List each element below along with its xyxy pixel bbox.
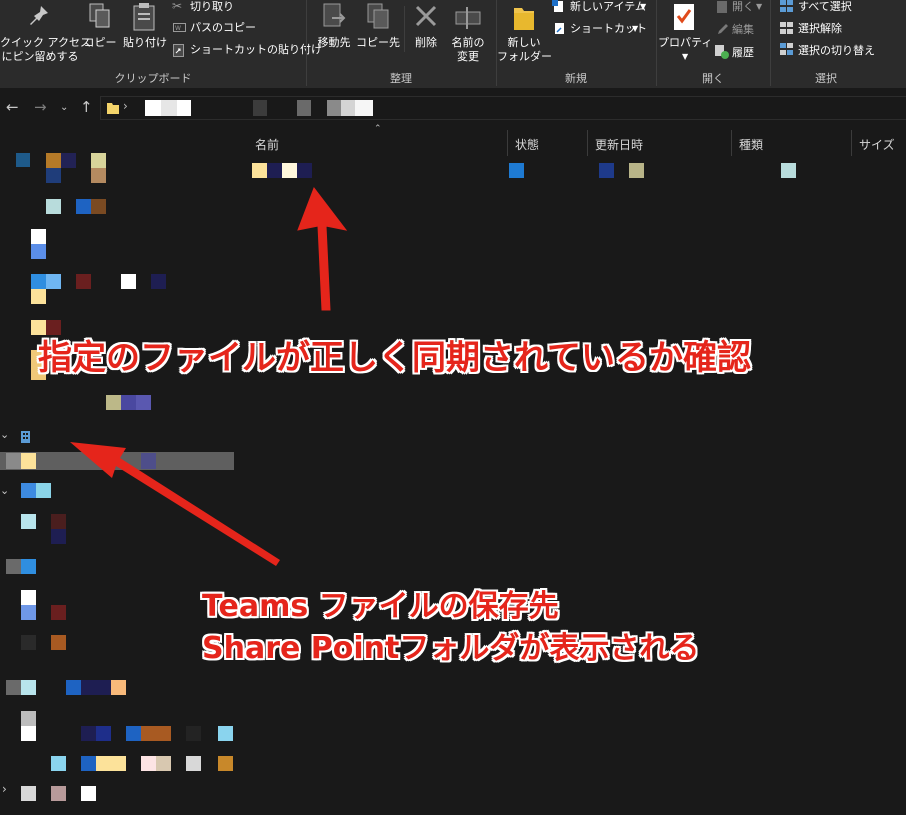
annotation-bottom-note-2: Share Pointフォルダが表示される (202, 631, 700, 666)
annotation-bottom-note-1: Teams ファイルの保存先 (202, 589, 559, 624)
annotation-arrows (70, 186, 348, 566)
arrow-to-nav-pane (70, 442, 280, 566)
arrow-to-file-row (297, 186, 348, 311)
annotation-top-note: 指定のファイルが正しく同期されているか確認 (38, 338, 751, 378)
